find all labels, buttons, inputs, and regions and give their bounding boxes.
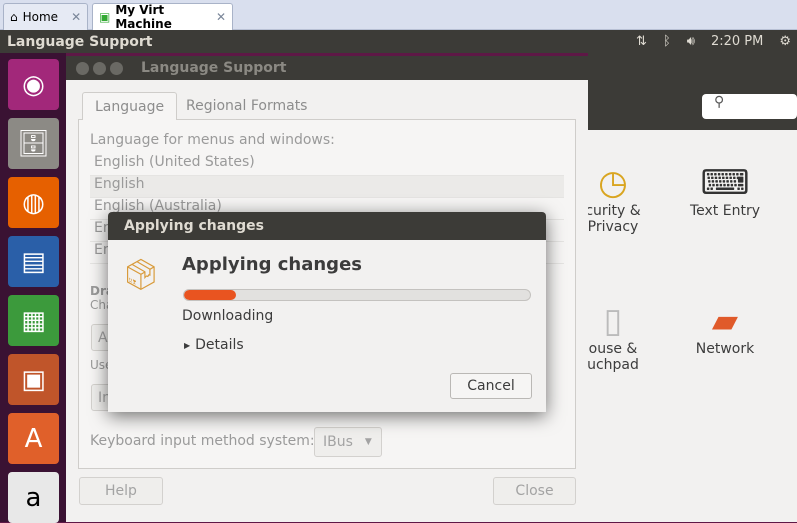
details-expander[interactable]: ▶ Details: [184, 337, 244, 353]
bluetooth-icon[interactable]: ᛒ: [663, 34, 671, 49]
cancel-button[interactable]: Cancel: [450, 373, 532, 399]
help-button[interactable]: Help: [79, 477, 163, 505]
triangle-right-icon: ▶: [184, 340, 191, 350]
software-center-icon[interactable]: A: [8, 413, 59, 464]
system-settings-window: ⚲ ◷ curity & Privacy ⌨ Text Entry ▯ ouse & …: [585, 53, 797, 522]
gear-icon[interactable]: ⚙: [779, 34, 791, 49]
clock[interactable]: 2:20 PM: [711, 34, 763, 49]
window-titlebar: Language Support: [66, 56, 588, 80]
files-icon[interactable]: 🗄︎: [8, 118, 59, 169]
settings-item-network[interactable]: ▰ Network: [670, 301, 780, 357]
launcher: ◉ 🗄︎ ◍ ▤ ▦ ▣ A a: [0, 53, 66, 523]
tab-regional-formats[interactable]: Regional Formats: [174, 92, 319, 120]
dialog-title: Applying changes: [108, 212, 546, 240]
search-icon: ⚲: [714, 94, 725, 110]
dialog-heading: Applying changes: [182, 254, 362, 275]
impress-icon[interactable]: ▣: [8, 354, 59, 405]
language-row[interactable]: English (United States): [90, 154, 564, 176]
search-input[interactable]: ⚲: [702, 94, 797, 119]
progress-bar: [183, 289, 531, 301]
top-panel: Language Support ⇅ ᛒ 🔊︎ 2:20 PM ⚙: [0, 30, 797, 53]
amazon-icon[interactable]: a: [8, 472, 59, 523]
keyboard-icon: ⌨: [700, 163, 750, 203]
panel-title: Language Support: [7, 33, 153, 50]
close-button[interactable]: Close: [493, 477, 576, 505]
maximize-window-button[interactable]: [110, 61, 123, 75]
ubuntu-dash-icon[interactable]: ◉: [8, 59, 59, 110]
close-icon[interactable]: ✕: [216, 10, 226, 24]
tab-home[interactable]: ⌂ Home ✕: [3, 3, 88, 30]
progress-fill: [184, 290, 236, 300]
minimize-window-button[interactable]: [93, 61, 106, 75]
firefox-icon[interactable]: ◍: [8, 177, 59, 228]
close-window-button[interactable]: [76, 61, 89, 75]
calc-icon[interactable]: ▦: [8, 295, 59, 346]
network-folder-icon: ▰: [711, 301, 739, 341]
settings-item-text-entry[interactable]: ⌨ Text Entry: [670, 163, 780, 219]
language-row[interactable]: English: [90, 176, 564, 198]
package-gear-icon: 📦︎: [122, 258, 161, 293]
tab-language[interactable]: Language: [82, 92, 178, 120]
browser-tab-bar: ⌂ Home ✕ ▣ My Virt Machine ✕: [0, 0, 797, 31]
writer-icon[interactable]: ▤: [8, 236, 59, 287]
applying-changes-dialog: Applying changes 📦︎ Applying changes Dow…: [108, 212, 546, 412]
tab-my-virt-machine[interactable]: ▣ My Virt Machine ✕: [92, 3, 233, 31]
close-icon[interactable]: ✕: [71, 10, 81, 24]
network-icon[interactable]: ⇅: [636, 34, 647, 49]
status-text: Downloading: [182, 308, 274, 324]
keyboard-input-select[interactable]: IBus ▼: [314, 427, 382, 457]
home-icon: ⌂: [10, 10, 18, 24]
vm-icon: ▣: [99, 10, 111, 24]
volume-icon[interactable]: 🔊︎: [687, 34, 695, 49]
chevron-down-icon: ▼: [364, 437, 372, 447]
